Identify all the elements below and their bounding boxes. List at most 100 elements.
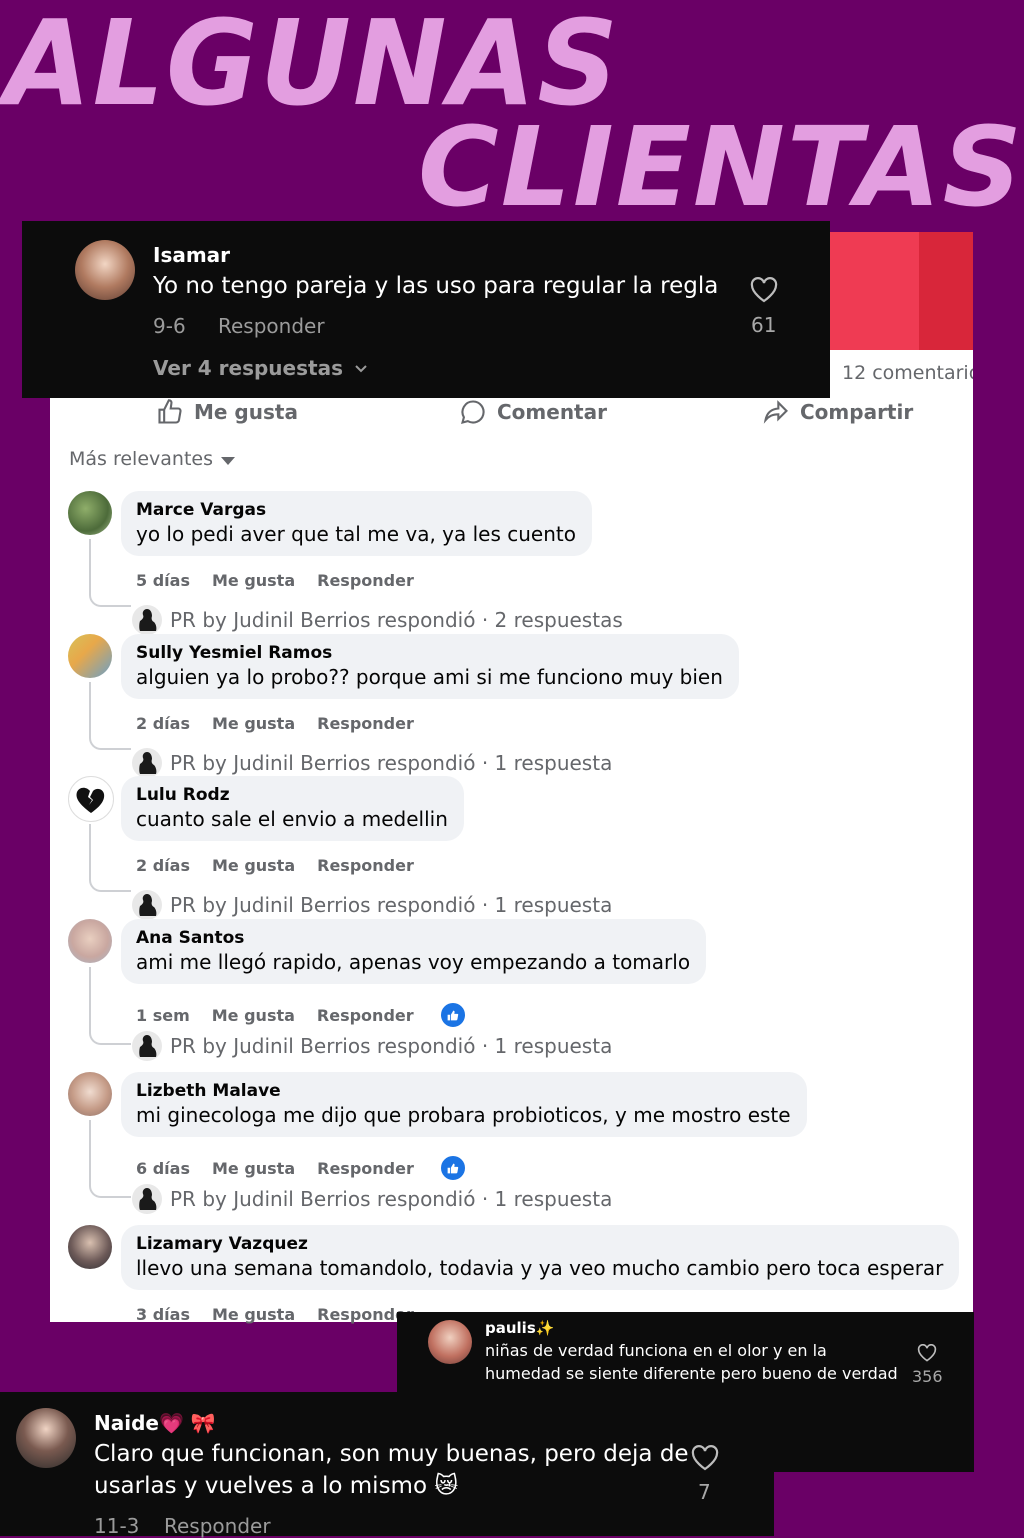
page-avatar bbox=[132, 890, 162, 920]
avatar[interactable] bbox=[75, 240, 135, 300]
comment-author[interactable]: Lulu Rodz bbox=[136, 785, 448, 805]
avatar[interactable] bbox=[428, 1320, 472, 1364]
comment-like-button[interactable]: Me gusta bbox=[212, 1159, 295, 1178]
comment-text: cuanto sale el envio a medellin bbox=[136, 807, 448, 831]
chevron-down-icon bbox=[355, 365, 367, 373]
view-replies-link[interactable]: PR by Judinil Berrios respondió · 2 resp… bbox=[132, 605, 623, 635]
view-replies-label: Ver 4 respuestas bbox=[153, 356, 343, 380]
comment-icon bbox=[461, 400, 485, 424]
reply-button[interactable]: Responder bbox=[218, 314, 325, 338]
comment-meta: 5 días Me gusta Responder bbox=[136, 571, 414, 590]
comment-meta: 2 días Me gusta Responder bbox=[136, 856, 414, 875]
replied-text: PR by Judinil Berrios respondió · 2 resp… bbox=[170, 608, 623, 632]
view-replies-link[interactable]: PR by Judinil Berrios respondió · 1 resp… bbox=[132, 1184, 612, 1214]
comment-text: ami me llegó rapido, apenas voy empezand… bbox=[136, 950, 691, 974]
reply-button[interactable]: Responder bbox=[164, 1514, 271, 1538]
comment-like-button[interactable]: Me gusta bbox=[212, 714, 295, 733]
comment-reply-button[interactable]: Responder bbox=[317, 1006, 414, 1025]
title-line-2: CLIENTAS bbox=[418, 103, 1024, 231]
caret-down-icon bbox=[221, 456, 235, 465]
like-reaction-icon[interactable] bbox=[438, 1154, 467, 1182]
comment-author[interactable]: paulis✨ bbox=[485, 1319, 554, 1337]
comment-bubble: Lizamary Vazquez llevo una semana tomand… bbox=[121, 1225, 960, 1290]
comment-like-button[interactable]: Me gusta bbox=[212, 856, 295, 875]
tiktok-comment-isamar: Isamar Yo no tengo pareja y las uso para… bbox=[22, 221, 830, 398]
broken-heart-icon bbox=[76, 787, 105, 813]
comment-bubble: Ana Santos ami me llegó rapido, apenas v… bbox=[121, 919, 707, 984]
like-count: 61 bbox=[751, 313, 777, 337]
like-count: 7 bbox=[698, 1480, 711, 1504]
comment-text: Yo no tengo pareja y las uso para regula… bbox=[153, 273, 719, 299]
like-reaction-icon[interactable] bbox=[438, 1001, 467, 1029]
comment-button[interactable]: Comentar bbox=[459, 398, 607, 426]
avatar[interactable] bbox=[68, 919, 112, 963]
comment-like-button[interactable]: Me gusta bbox=[212, 571, 295, 590]
share-button[interactable]: Compartir bbox=[762, 398, 913, 426]
avatar[interactable] bbox=[68, 634, 112, 678]
replied-text: PR by Judinil Berrios respondió · 1 resp… bbox=[170, 893, 613, 917]
comment-time[interactable]: 2 días bbox=[136, 714, 190, 733]
comment-text-line-2: usarlas y vuelves a lo mismo 😿 bbox=[94, 1473, 459, 1499]
like-label: Me gusta bbox=[194, 400, 298, 424]
comment-meta: 3 días Me gusta Responder bbox=[136, 1305, 414, 1324]
comment-like-button[interactable]: Me gusta bbox=[212, 1305, 295, 1324]
comment-count[interactable]: 12 comentarios bbox=[842, 362, 973, 384]
comment-text-line-1: niñas de verdad funciona en el olor y en… bbox=[485, 1341, 827, 1360]
comment-author[interactable]: Lizamary Vazquez bbox=[136, 1234, 943, 1254]
post-photo bbox=[830, 232, 973, 350]
comment-time[interactable]: 6 días bbox=[136, 1159, 190, 1178]
view-replies-link[interactable]: PR by Judinil Berrios respondió · 1 resp… bbox=[132, 1031, 612, 1061]
comment-text-line-1: Claro que funcionan, son muy buenas, per… bbox=[94, 1441, 689, 1467]
comment-date: 9-6 bbox=[153, 314, 186, 338]
view-replies-button[interactable]: Ver 4 respuestas bbox=[153, 356, 369, 380]
view-replies-link[interactable]: PR by Judinil Berrios respondió · 1 resp… bbox=[132, 890, 612, 920]
comment-text: mi ginecologa me dijo que probara probio… bbox=[136, 1103, 791, 1127]
comment-reply-button[interactable]: Responder bbox=[317, 1159, 414, 1178]
heart-icon[interactable] bbox=[917, 1344, 937, 1362]
avatar[interactable] bbox=[16, 1408, 76, 1468]
comment-author[interactable]: Ana Santos bbox=[136, 928, 690, 948]
comment-bubble: Lulu Rodz cuanto sale el envio a medelli… bbox=[121, 776, 464, 841]
comment-label: Comentar bbox=[497, 400, 607, 424]
comment-like-button[interactable]: Me gusta bbox=[212, 1006, 295, 1025]
view-replies-link[interactable]: PR by Judinil Berrios respondió · 1 resp… bbox=[132, 748, 612, 778]
heart-icon[interactable] bbox=[750, 277, 778, 303]
thread-line bbox=[89, 1120, 131, 1198]
share-icon bbox=[763, 400, 788, 424]
sort-dropdown[interactable]: Más relevantes bbox=[69, 448, 235, 470]
page-avatar bbox=[132, 1184, 162, 1214]
comment-author[interactable]: Marce Vargas bbox=[136, 500, 576, 520]
share-label: Compartir bbox=[800, 400, 914, 424]
comment-date: 11-3 bbox=[94, 1514, 140, 1538]
comment-author[interactable]: Sully Yesmiel Ramos bbox=[136, 643, 723, 663]
heart-icon[interactable] bbox=[691, 1445, 719, 1471]
comment-time[interactable]: 2 días bbox=[136, 856, 190, 875]
avatar[interactable] bbox=[68, 491, 112, 535]
comment-reply-button[interactable]: Responder bbox=[317, 856, 414, 875]
comment-reply-button[interactable]: Responder bbox=[317, 714, 414, 733]
avatar[interactable] bbox=[68, 776, 114, 822]
comment-text: alguien ya lo probo?? porque ami si me f… bbox=[136, 665, 723, 689]
comment-author[interactable]: Lizbeth Malave bbox=[136, 1081, 791, 1101]
comment-time[interactable]: 3 días bbox=[136, 1305, 190, 1324]
replied-text: PR by Judinil Berrios respondió · 1 resp… bbox=[170, 751, 613, 775]
comment-time[interactable]: 5 días bbox=[136, 571, 190, 590]
replied-text: PR by Judinil Berrios respondió · 1 resp… bbox=[170, 1187, 613, 1211]
comment-reply-button[interactable]: Responder bbox=[317, 571, 414, 590]
avatar[interactable] bbox=[68, 1072, 112, 1116]
avatar[interactable] bbox=[68, 1225, 112, 1269]
page-avatar bbox=[132, 1031, 162, 1061]
comment-time[interactable]: 1 sem bbox=[136, 1006, 190, 1025]
tiktok-comment-naide: Naide💗 🎀 Claro que funcionan, son muy bu… bbox=[0, 1392, 774, 1538]
comment-text: yo lo pedi aver que tal me va, ya les cu… bbox=[136, 522, 576, 546]
comment-meta: 6 días Me gusta Responder bbox=[136, 1154, 467, 1182]
thread-line bbox=[89, 967, 131, 1045]
comment-author[interactable]: Naide💗 🎀 bbox=[94, 1411, 216, 1435]
comment-author[interactable]: Isamar bbox=[153, 243, 230, 267]
replied-text: PR by Judinil Berrios respondió · 1 resp… bbox=[170, 1034, 613, 1058]
page-avatar bbox=[132, 605, 162, 635]
like-button[interactable]: Me gusta bbox=[156, 398, 298, 426]
thumbs-up-icon bbox=[158, 399, 182, 424]
page-avatar bbox=[132, 748, 162, 778]
post-actions: Me gusta Comentar Compartir bbox=[50, 398, 973, 434]
